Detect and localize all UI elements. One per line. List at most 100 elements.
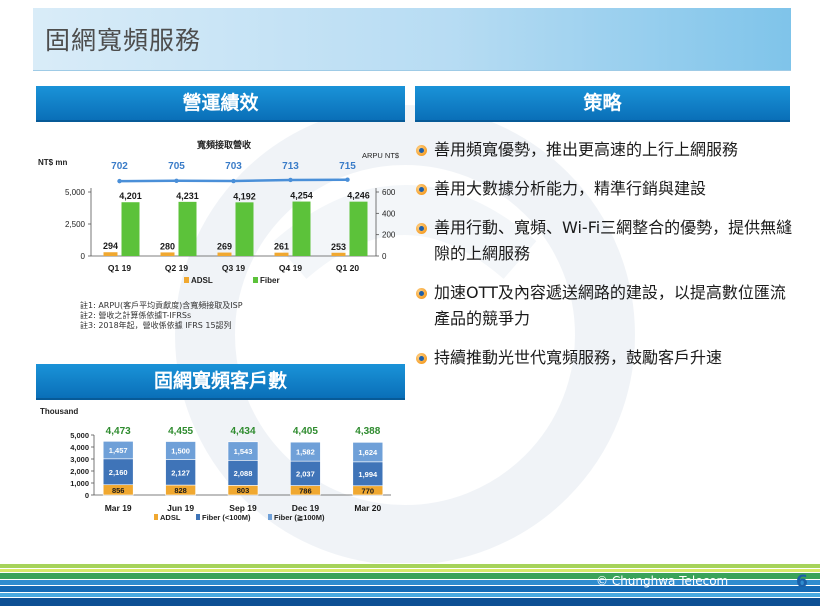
note-2: 註2: 營收之計算係依據T-IFRSs (80, 311, 192, 320)
bar-fiber (292, 201, 311, 256)
subscribers-chart: Thousand 5,000 4,000 3,000 2,000 1,000 0 856 2,1… (40, 407, 391, 522)
x-tick-label: Q1 20 (336, 263, 359, 273)
label-adsl: 253 (331, 242, 346, 252)
legend-adsl-swatch (184, 277, 189, 283)
bar-fiber (121, 202, 140, 256)
label-adsl: 269 (217, 242, 232, 252)
segment-label: 786 (299, 486, 312, 495)
y-tick-label: 4,000 (70, 443, 89, 452)
notes: 註1: ARPU(客戶平均貢獻度)含寬頻接取及ISP 註2: 營收之計算係依據T… (80, 301, 243, 331)
bullet-icon (416, 145, 427, 156)
legend-swatch (154, 514, 158, 520)
x-tick-label: Dec 19 (292, 503, 320, 513)
y2-tick-label: 0 (382, 252, 387, 261)
bar-fiber (349, 201, 368, 256)
legend-fiber-swatch (253, 277, 258, 283)
segment-label: 1,624 (358, 448, 378, 457)
segment-label: 1,457 (109, 446, 128, 455)
strategy-header: 策略 (415, 86, 790, 122)
y-axis-label: NT$ mn (38, 158, 67, 167)
y2-tick-label: 600 (382, 188, 396, 197)
strategy-item: 善用大數據分析能力，精準行銷與建設 (416, 176, 796, 202)
segment-label: 770 (362, 486, 375, 495)
segment-label: 1,500 (171, 447, 190, 456)
y2-tick-label: 400 (382, 209, 396, 218)
label-fiber: 4,192 (233, 191, 256, 201)
legend-swatch (268, 514, 272, 520)
y-tick-label: 2,000 (70, 467, 89, 476)
legend-label: ADSL (160, 513, 181, 522)
arpu-point (117, 178, 122, 184)
label-fiber: 4,201 (119, 191, 142, 201)
note-3: 註3: 2018年起，營收係依據 IFRS 15認列 (80, 321, 232, 330)
y-tick-label: 0 (81, 252, 86, 261)
total-label: 4,434 (230, 426, 255, 437)
bullet-icon (416, 288, 427, 299)
page-number: 6 (796, 572, 808, 592)
slide-title: 固網寬頻服務 (45, 26, 202, 55)
arpu-point (231, 178, 236, 184)
label-fiber: 4,231 (176, 191, 199, 201)
strategy-item: 加速OTT及內容遞送網路的建設，以提高數位匯流產品的競爭力 (416, 280, 796, 332)
segment-label: 2,127 (171, 468, 190, 477)
bullet-icon (416, 223, 427, 234)
arpu-label: 715 (339, 161, 356, 172)
segment-label: 1,994 (358, 470, 378, 479)
bullet-icon (416, 184, 427, 195)
y-tick-label: 5,000 (70, 431, 89, 440)
y-tick-label: 2,500 (65, 220, 86, 229)
label-adsl: 280 (160, 241, 175, 251)
chart-title: 寬頻接取營收 (196, 139, 251, 150)
y-tick-label: 3,000 (70, 455, 89, 464)
bar-fiber (235, 202, 254, 256)
bar-fiber (178, 201, 197, 256)
bar-adsl (274, 252, 289, 256)
segment-label: 856 (112, 486, 125, 495)
y-axis-label: Thousand (40, 407, 78, 416)
legend-adsl: ADSL (191, 276, 213, 285)
arpu-label: 713 (282, 161, 299, 172)
segment-label: 2,088 (234, 469, 253, 478)
label-adsl: 261 (274, 242, 289, 252)
x-tick-label: Q3 19 (222, 263, 245, 273)
y2-axis-label: ARPU NT$ (362, 151, 400, 160)
segment-label: 2,037 (296, 469, 315, 478)
bullet-icon (416, 353, 427, 364)
bar-adsl (331, 252, 346, 256)
copyright-text: © Chunghwa Telecom (596, 574, 729, 588)
total-label: 4,405 (293, 426, 318, 437)
revenue-chart: 寬頻接取營收 NT$ mn ARPU NT$ 5,000 2,500 0 600 400 200… (38, 139, 400, 285)
segment-label: 1,582 (296, 448, 315, 457)
x-tick-label: Sep 19 (229, 503, 257, 513)
x-tick-label: Q2 19 (165, 263, 188, 273)
y-tick-label: 1,000 (70, 479, 89, 488)
y2-tick-label: 200 (382, 231, 396, 240)
note-1: 註1: ARPU(客戶平均貢獻度)含寬頻接取及ISP (80, 301, 243, 310)
strategy-item: 善用行動、寬頻、Wi-Fi三網整合的優勢，提供無縫隙的上網服務 (416, 215, 796, 267)
bar-adsl (103, 252, 118, 256)
arpu-label: 705 (168, 161, 185, 172)
y-tick-label: 5,000 (65, 188, 86, 197)
strategy-item: 持續推動光世代寬頻服務，鼓勵客戶升速 (416, 345, 796, 371)
x-tick-label: Mar 19 (105, 503, 132, 513)
x-tick-label: Jun 19 (167, 503, 194, 513)
total-label: 4,473 (106, 426, 131, 437)
total-label: 4,455 (168, 426, 193, 437)
strategy-list: 善用頻寬優勢，推出更高速的上行上網服務 善用大數據分析能力，精準行銷與建設 善用… (416, 137, 796, 384)
arpu-label: 703 (225, 161, 242, 172)
x-tick-label: Mar 20 (354, 503, 381, 513)
label-adsl: 294 (103, 241, 118, 251)
strategy-item: 善用頻寬優勢，推出更高速的上行上網服務 (416, 137, 796, 163)
bar-adsl (160, 252, 175, 256)
segment-label: 1,543 (234, 447, 253, 456)
bar-adsl (217, 252, 232, 256)
arpu-point (288, 177, 293, 183)
legend-label: Fiber (<100M) (202, 513, 251, 522)
legend-label: Fiber (≧100M) (274, 513, 325, 522)
performance-header: 營運績效 (36, 86, 405, 122)
total-label: 4,388 (355, 426, 380, 437)
legend-fiber: Fiber (260, 276, 280, 285)
segment-label: 2,160 (109, 468, 128, 477)
label-fiber: 4,246 (347, 191, 370, 201)
segment-label: 828 (174, 486, 187, 495)
